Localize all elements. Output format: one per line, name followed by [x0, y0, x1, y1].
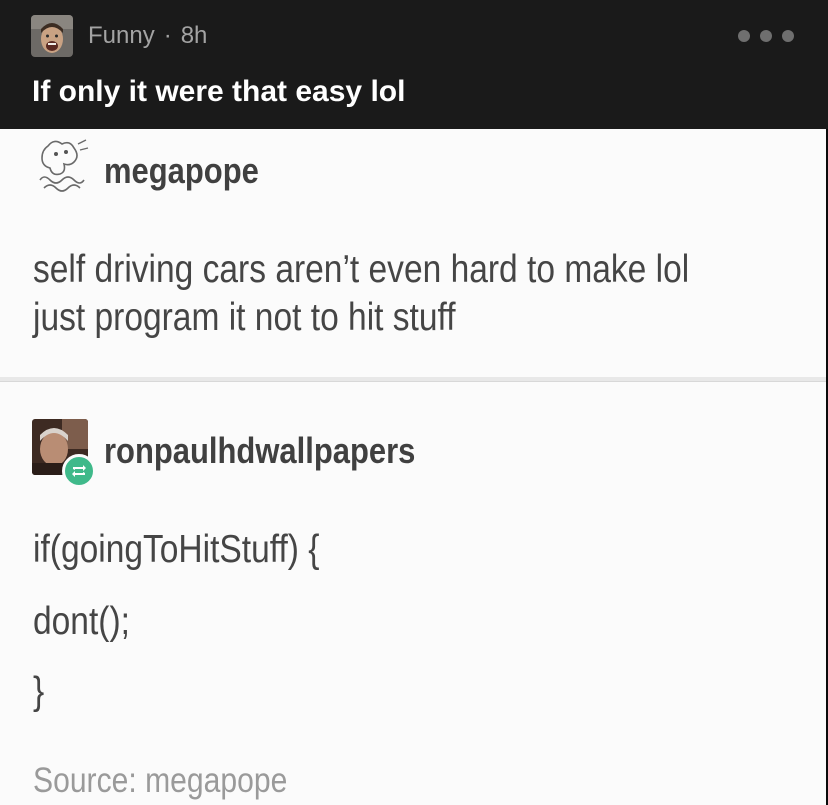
group-name[interactable]: Funny	[88, 22, 155, 49]
source-label[interactable]: Source: megapope	[33, 759, 287, 803]
username-ronpaulhdwallpapers[interactable]: ronpaulhdwallpapers	[104, 431, 415, 471]
ellipsis-icon	[738, 30, 750, 42]
post-image[interactable]: megapope self driving cars aren’t even h…	[0, 129, 826, 805]
code-line: dont();	[33, 600, 130, 643]
post-divider	[0, 377, 826, 382]
ellipsis-icon	[782, 30, 794, 42]
post-age: 8h	[180, 22, 208, 49]
post-title: If only it were that easy lol	[32, 75, 406, 108]
post-text-line: just program it not to hit stuff	[33, 296, 456, 339]
reblog-icon	[62, 454, 96, 488]
ellipsis-icon	[760, 30, 772, 42]
megapope-avatar	[30, 136, 92, 198]
app-frame: Funny · 8h If only it were that easy lol m…	[0, 0, 828, 805]
post-meta: Funny · 8h	[88, 20, 207, 52]
group-avatar[interactable]	[31, 15, 73, 57]
more-options-button[interactable]	[738, 26, 794, 46]
post-header: Funny · 8h If only it were that easy lol	[0, 0, 828, 129]
meta-separator: ·	[163, 22, 172, 49]
code-line: if(goingToHitStuff) {	[33, 528, 320, 571]
code-line: }	[33, 670, 45, 713]
post-text-line: self driving cars aren’t even hard to ma…	[33, 248, 690, 291]
username-megapope[interactable]: megapope	[104, 151, 259, 191]
